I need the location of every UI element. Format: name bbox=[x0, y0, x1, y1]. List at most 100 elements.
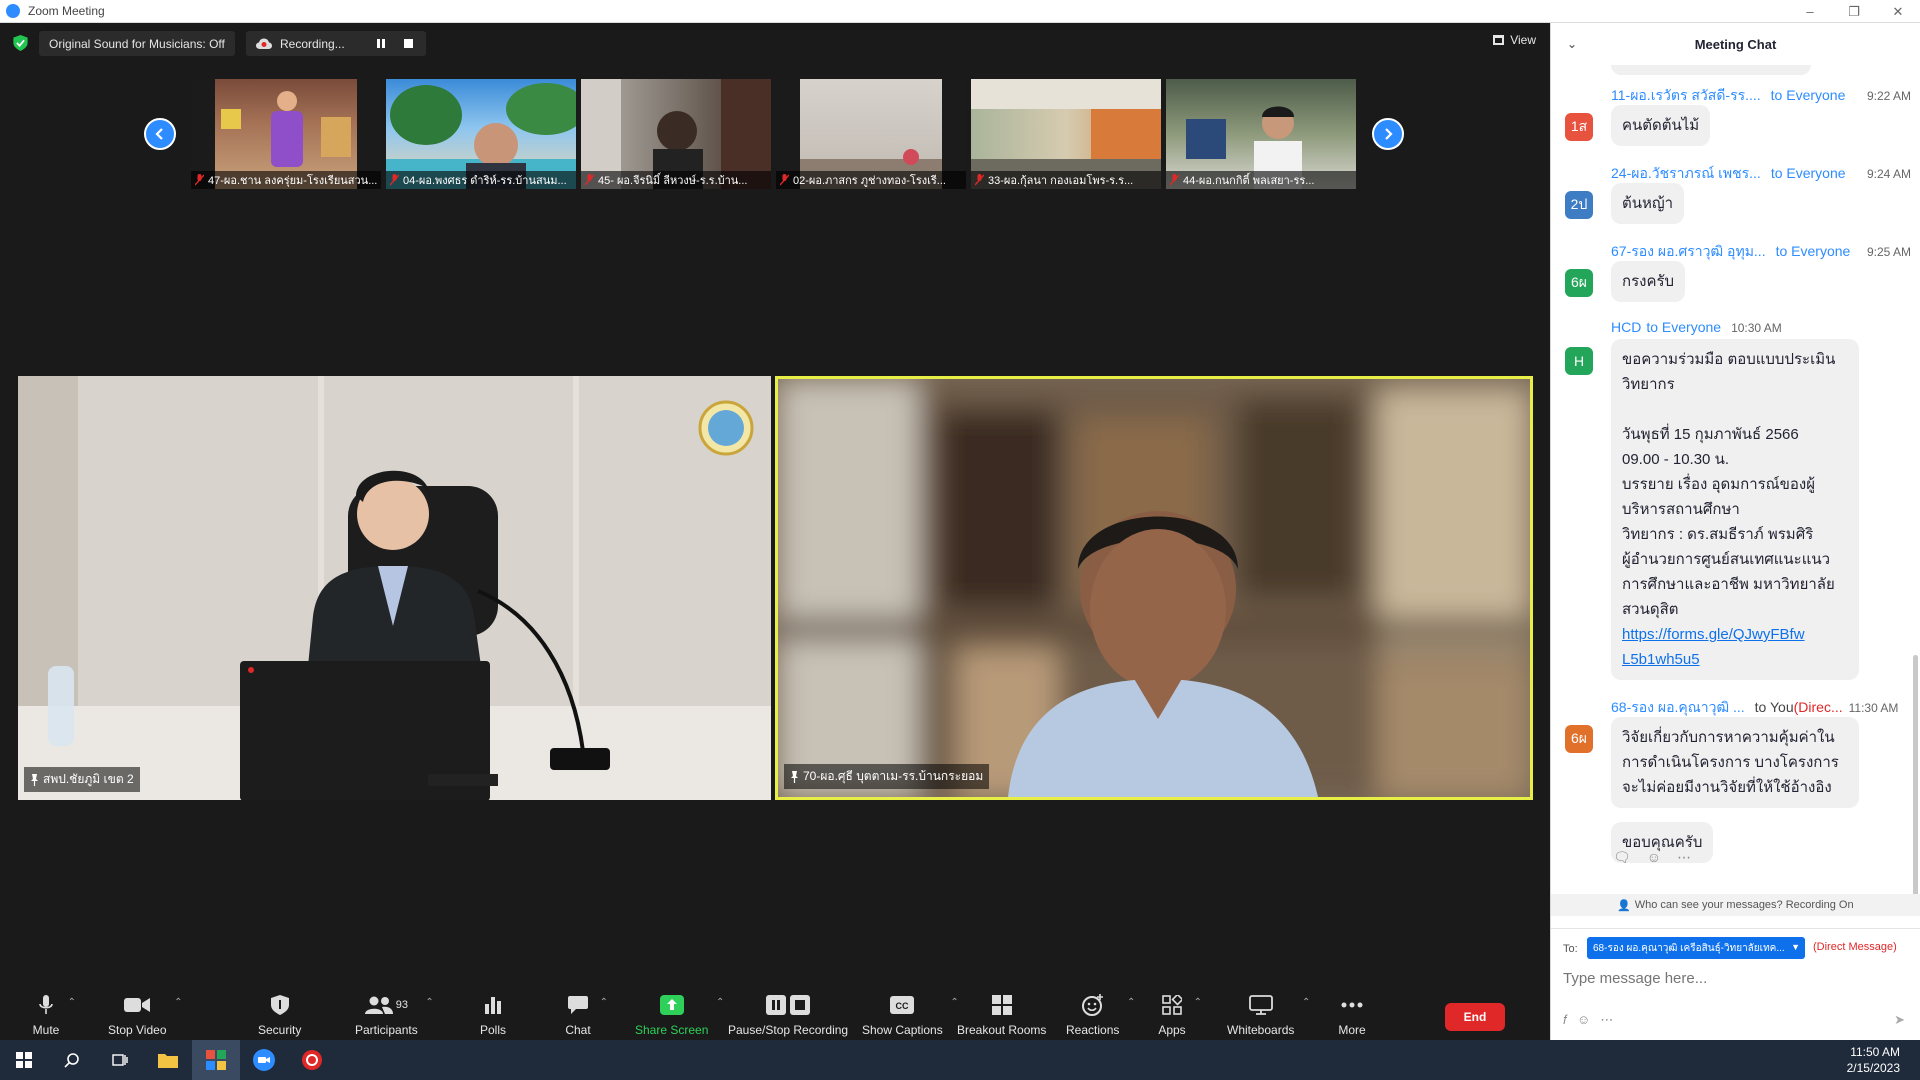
participants-icon bbox=[364, 996, 393, 1014]
original-sound-toggle[interactable]: Original Sound for Musicians: Off bbox=[39, 31, 235, 56]
privacy-notice[interactable]: 👤 Who can see your messages? Recording O… bbox=[1551, 894, 1920, 916]
restore-button[interactable]: ❐ bbox=[1832, 0, 1876, 23]
security-button[interactable]: Security bbox=[258, 993, 301, 1037]
message-bubble-partial bbox=[1611, 65, 1811, 75]
message-recipient: to Everyone bbox=[1770, 87, 1846, 103]
polls-button[interactable]: Polls bbox=[479, 993, 507, 1037]
reply-icon[interactable]: 🗨 bbox=[1613, 849, 1631, 866]
evaluation-form-link[interactable]: https://forms.gle/QJwyFBfw bbox=[1622, 626, 1805, 643]
reactions-options-caret[interactable]: ⌃ bbox=[1127, 997, 1135, 1008]
main-video-active-speaker[interactable]: 70-ผอ.ศุธี บุตตาเม-รร.บ้านกระยอม bbox=[775, 376, 1533, 800]
chat-message: 2ป 24-ผอ.วัชราภรณ์ เพชร... to Everyone 9… bbox=[1565, 163, 1915, 233]
reactions-button[interactable]: Reactions ⌃ bbox=[1066, 993, 1135, 1037]
recipient-select[interactable]: 68-รอง ผอ.คุณาวุฒิ เครือสินธุ์-วิทยาลัยเ… bbox=[1587, 937, 1805, 959]
message-sender[interactable]: 11-ผอ.เรวัตร สวัสดี-รร.... bbox=[1611, 85, 1761, 107]
avatar: 2ป bbox=[1565, 191, 1593, 219]
participant-thumbnail[interactable]: 02-ผอ.ภาสกร ภูช่างทอง-โรงเรี... bbox=[776, 79, 966, 189]
task-view-button[interactable] bbox=[96, 1040, 144, 1080]
participants-button[interactable]: 93 Participants ⌃ bbox=[355, 993, 434, 1037]
taskbar-app-button[interactable] bbox=[192, 1040, 240, 1080]
participant-name-label: 04-ผอ.พงศธร ดำริห์-รร.บ้านสนม... bbox=[386, 171, 576, 189]
recorder-taskbar-button[interactable] bbox=[288, 1040, 336, 1080]
video-options-caret[interactable]: ⌃ bbox=[174, 997, 182, 1008]
more-options-icon[interactable]: ⋯ bbox=[1677, 849, 1691, 866]
next-page-button[interactable] bbox=[1372, 118, 1404, 150]
message-time: 9:24 AM bbox=[1866, 167, 1911, 181]
message-meta: 24-ผอ.วัชราภรณ์ เพชร... to Everyone 9:24… bbox=[1611, 163, 1911, 185]
system-clock[interactable]: 11:50 AM 2/15/2023 bbox=[1847, 1044, 1900, 1076]
zoom-taskbar-button[interactable] bbox=[240, 1040, 288, 1080]
view-button[interactable]: View bbox=[1493, 33, 1536, 47]
zoom-app-icon bbox=[253, 1049, 275, 1071]
mic-muted-icon bbox=[585, 174, 594, 186]
apps-icon bbox=[1162, 995, 1182, 1015]
evaluation-form-link[interactable]: L5b1wh5u5 bbox=[1622, 651, 1700, 668]
pin-icon bbox=[791, 770, 798, 783]
participants-options-caret[interactable]: ⌃ bbox=[425, 997, 433, 1008]
participant-video bbox=[778, 379, 1530, 797]
close-button[interactable]: ✕ bbox=[1876, 0, 1920, 23]
share-options-caret[interactable]: ⌃ bbox=[716, 997, 724, 1008]
stop-recording-icon[interactable] bbox=[404, 39, 413, 48]
mic-muted-icon bbox=[1170, 174, 1179, 186]
participant-name-label: 45- ผอ.จีรนิมิ์ ลีหวงษ์-ร.ร.บ้าน... bbox=[581, 171, 771, 189]
more-dots-icon bbox=[1341, 1002, 1363, 1008]
direct-message-label: (Direct Message) bbox=[1813, 941, 1897, 953]
share-screen-icon bbox=[659, 995, 684, 1015]
emoji-icon[interactable]: ☺ bbox=[1577, 1012, 1590, 1028]
participant-thumbnail[interactable]: 04-ผอ.พงศธร ดำริห์-รร.บ้านสนม... bbox=[386, 79, 576, 189]
participant-name-label: สพป.ชัยภูมิ เขต 2 bbox=[24, 767, 140, 792]
direct-message-tag: (Direc... bbox=[1793, 699, 1843, 715]
pause-stop-recording-button[interactable]: Pause/Stop Recording bbox=[728, 993, 848, 1037]
mute-options-caret[interactable]: ⌃ bbox=[68, 997, 76, 1008]
more-options-icon[interactable]: ⋯ bbox=[1600, 1012, 1613, 1028]
chevron-down-icon[interactable]: ⌄ bbox=[1567, 37, 1577, 51]
message-sender[interactable]: 68-รอง ผอ.คุณาวุฒิ ... bbox=[1611, 697, 1745, 719]
message-bubble: วิจัยเกี่ยวกับการหาความคุ้มค่าใน การดำเน… bbox=[1611, 717, 1859, 808]
shield-check-icon[interactable] bbox=[13, 35, 28, 51]
participant-name-label: 47-ผอ.ชาน ลงครุ่ยม-โรงเรียนสวน... bbox=[191, 171, 381, 189]
whiteboards-button[interactable]: Whiteboards ⌃ bbox=[1227, 993, 1310, 1037]
message-sender[interactable]: 67-รอง ผอ.ศราวุฒิ อุทุม... bbox=[1611, 241, 1766, 263]
breakout-rooms-button[interactable]: Breakout Rooms bbox=[957, 993, 1046, 1037]
participant-thumbnail[interactable]: 45- ผอ.จีรนิมิ์ ลีหวงษ์-ร.ร.บ้าน... bbox=[581, 79, 771, 189]
chevron-down-icon: ▼ bbox=[1791, 942, 1800, 952]
show-captions-button[interactable]: CC Show Captions ⌃ bbox=[862, 993, 959, 1037]
minimize-button[interactable]: – bbox=[1788, 0, 1832, 23]
pause-recording-icon[interactable] bbox=[377, 39, 385, 48]
message-input[interactable] bbox=[1563, 965, 1903, 991]
main-video-left[interactable]: สพป.ชัยภูมิ เขต 2 bbox=[18, 376, 771, 800]
stop-video-button[interactable]: Stop Video ⌃ bbox=[108, 993, 183, 1037]
add-reaction-icon[interactable]: ☺ bbox=[1647, 849, 1661, 866]
more-button[interactable]: More bbox=[1338, 993, 1366, 1037]
security-shield-icon bbox=[270, 995, 289, 1015]
view-layout-icon bbox=[1493, 35, 1505, 45]
windows-start-button[interactable] bbox=[0, 1040, 48, 1080]
previous-page-button[interactable] bbox=[144, 118, 176, 150]
chat-scrollbar[interactable] bbox=[1913, 655, 1918, 905]
end-meeting-button[interactable]: End bbox=[1445, 1003, 1505, 1031]
share-screen-button[interactable]: Share Screen ⌃ bbox=[635, 993, 724, 1037]
whiteboards-options-caret[interactable]: ⌃ bbox=[1302, 997, 1310, 1008]
participant-thumbnail[interactable]: 44-ผอ.กนกกิติ์ พลเสยา-รร... bbox=[1166, 79, 1356, 189]
participant-thumbnail[interactable]: 47-ผอ.ชาน ลงครุ่ยม-โรงเรียนสวน... bbox=[191, 79, 381, 189]
folder-icon bbox=[158, 1054, 178, 1068]
send-icon[interactable]: ➤ bbox=[1894, 1012, 1905, 1028]
chat-button[interactable]: Chat ⌃ bbox=[564, 993, 608, 1037]
breakout-rooms-icon bbox=[991, 995, 1012, 1015]
message-sender[interactable]: HCD bbox=[1611, 319, 1641, 335]
apps-button[interactable]: Apps ⌃ bbox=[1158, 993, 1202, 1037]
participants-count: 93 bbox=[395, 999, 408, 1011]
mute-button[interactable]: Mute ⌃ bbox=[32, 993, 76, 1037]
apps-options-caret[interactable]: ⌃ bbox=[1194, 997, 1202, 1008]
format-text-icon[interactable]: 𝑓 bbox=[1563, 1012, 1567, 1028]
message-sender[interactable]: 24-ผอ.วัชราภรณ์ เพชร... bbox=[1611, 163, 1761, 185]
taskbar-search-button[interactable] bbox=[48, 1040, 96, 1080]
chat-message-list[interactable]: 1ส 11-ผอ.เรวัตร สวัสดี-รร.... to Everyon… bbox=[1551, 65, 1920, 905]
chat-options-caret[interactable]: ⌃ bbox=[600, 997, 608, 1008]
chat-message: 6ผ 68-รอง ผอ.คุณาวุฒิ ... to You (Direc.… bbox=[1565, 697, 1915, 897]
message-time: 9:25 AM bbox=[1866, 245, 1911, 259]
file-explorer-button[interactable] bbox=[144, 1040, 192, 1080]
recipient-label: To: bbox=[1563, 943, 1578, 955]
participant-thumbnail[interactable]: 33-ผอ.กุ้ลนา กองเอมโพร-ร.ร... bbox=[971, 79, 1161, 189]
